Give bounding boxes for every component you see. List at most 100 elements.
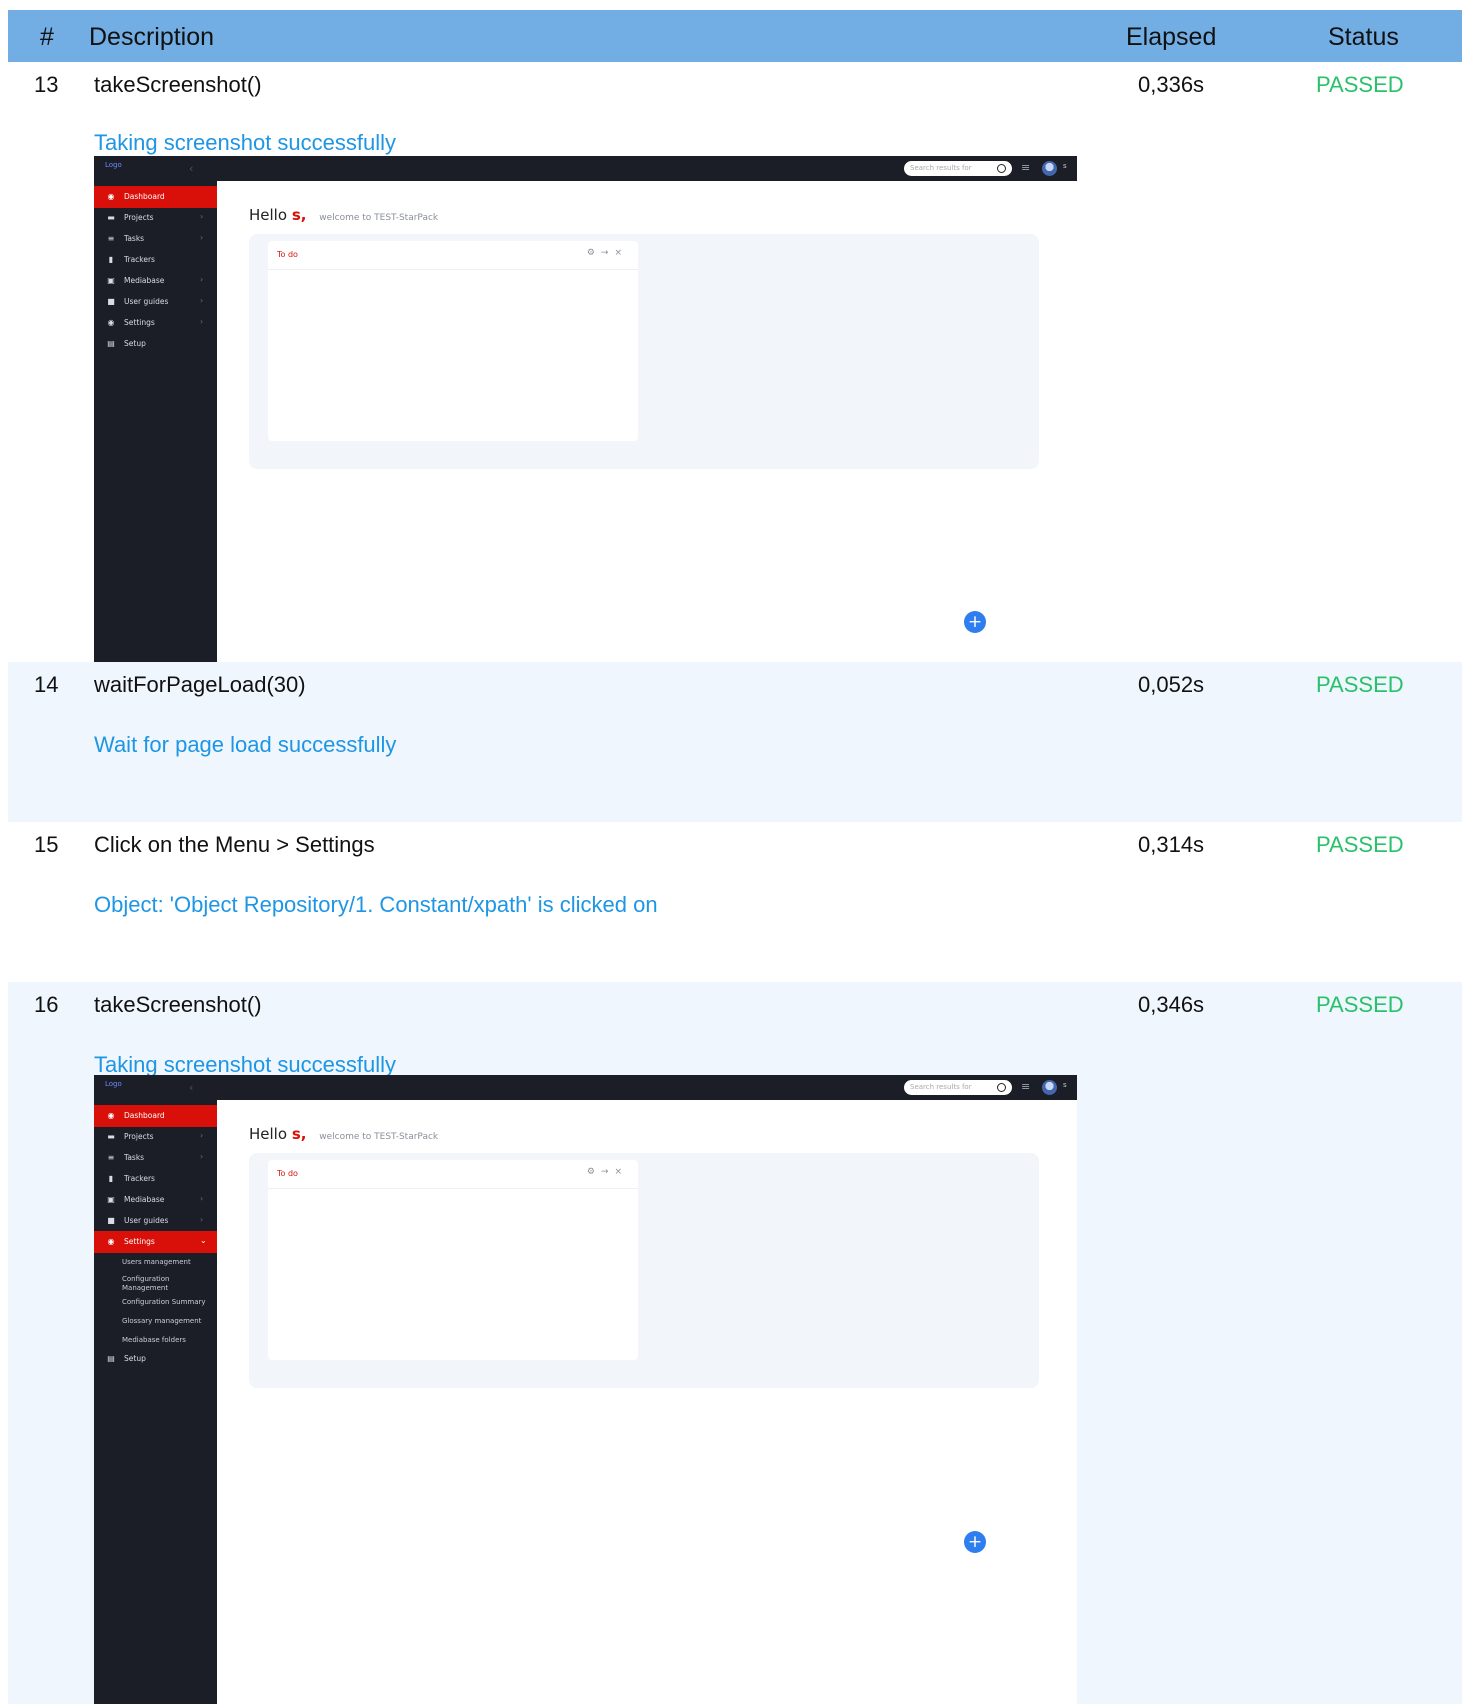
sidebar-item-label: Tasks bbox=[124, 234, 145, 243]
submenu-configuration-summary: Configuration Summary bbox=[122, 1298, 206, 1306]
divider bbox=[268, 1188, 638, 1189]
sidebar-item-dashboard: ◉ Dashboard bbox=[94, 1105, 217, 1127]
menu-icon: ≡ bbox=[1021, 1080, 1031, 1093]
search-placeholder: Search results for bbox=[910, 164, 972, 172]
arrow-right-icon: → bbox=[600, 248, 615, 258]
gear-icon: ◉ bbox=[107, 318, 115, 327]
sidebar-item-label: Mediabase bbox=[124, 276, 165, 285]
screenshot-16: Logo ‹ Search results for ≡ s ◉ Dashboar… bbox=[94, 1075, 1077, 1704]
table-row: 15 Click on the Menu > Settings 0,314s P… bbox=[8, 822, 1462, 982]
app-topbar: Logo ‹ Search results for ≡ s bbox=[94, 1075, 1077, 1100]
step-elapsed: 0,336s bbox=[1138, 72, 1205, 97]
step-description: Click on the Menu > Settings bbox=[94, 832, 375, 857]
avatar bbox=[1042, 161, 1057, 176]
step-status: PASSED bbox=[1316, 72, 1404, 97]
sidebar-item-label: Tasks bbox=[124, 1153, 145, 1162]
chevron-right-icon: › bbox=[200, 233, 204, 242]
step-number: 16 bbox=[34, 992, 59, 1017]
step-number: 13 bbox=[34, 72, 59, 97]
sidebar-item-label: Setup bbox=[124, 339, 146, 348]
user-initial: s bbox=[1063, 162, 1067, 170]
card-tools: ⚙→× bbox=[587, 1167, 628, 1177]
arrow-right-icon: → bbox=[600, 1167, 615, 1177]
greeting-hello: Hello bbox=[249, 206, 288, 224]
step-description: takeScreenshot() bbox=[94, 992, 262, 1017]
chevron-right-icon: › bbox=[200, 1194, 204, 1203]
app-sidebar: ◉ Dashboard ▬ Projects › ≡ Tasks › ▮ Tra… bbox=[94, 181, 217, 662]
sidebar-item-label: Setup bbox=[124, 1354, 146, 1363]
header-status: Status bbox=[1328, 23, 1399, 51]
clipboard-icon: ▮ bbox=[108, 1174, 114, 1183]
menu-icon: ≡ bbox=[1021, 161, 1031, 174]
step-description: waitForPageLoad(30) bbox=[94, 672, 306, 697]
sidebar-item-mediabase: ▣ Mediabase › bbox=[94, 270, 217, 292]
table-header: # Description Elapsed Status bbox=[8, 10, 1462, 62]
greeting-welcome: welcome to TEST-StarPack bbox=[319, 213, 439, 223]
header-num: # bbox=[40, 23, 54, 51]
card-tools: ⚙→× bbox=[587, 248, 628, 258]
sidebar-item-setup: ▤ Setup bbox=[94, 1348, 217, 1370]
step-description: takeScreenshot() bbox=[94, 72, 262, 97]
header-description: Description bbox=[89, 23, 215, 51]
close-icon: × bbox=[614, 248, 628, 258]
step-number: 15 bbox=[34, 832, 59, 857]
logo-image: Logo bbox=[105, 161, 122, 169]
chevron-right-icon: › bbox=[200, 212, 204, 221]
step-elapsed: 0,314s bbox=[1138, 832, 1205, 857]
sidebar-item-mediabase: ▣ Mediabase › bbox=[94, 1189, 217, 1211]
gear-icon: ⚙ bbox=[586, 1167, 601, 1177]
sidebar-item-label: Trackers bbox=[124, 1174, 155, 1183]
logo-image: Logo bbox=[105, 1080, 122, 1088]
greeting-user: s, bbox=[291, 1125, 307, 1143]
sidebar-item-setup: ▤ Setup bbox=[94, 333, 217, 355]
sidebar-item-tasks: ≡ Tasks › bbox=[94, 1147, 217, 1169]
setup-icon: ▤ bbox=[107, 339, 115, 348]
dashboard-icon: ◉ bbox=[107, 192, 115, 201]
todo-card: To do ⚙→× bbox=[268, 241, 638, 441]
greeting-hello: Hello bbox=[249, 1125, 288, 1143]
app-sidebar: ◉ Dashboard ▬ Projects › ≡ Tasks › ▮ Tra… bbox=[94, 1100, 217, 1704]
chevron-right-icon: › bbox=[200, 1152, 204, 1161]
image-icon: ▣ bbox=[107, 276, 115, 285]
app-topbar: Logo ‹ Search results for ≡ s bbox=[94, 156, 1077, 181]
gear-icon: ⚙ bbox=[586, 248, 601, 258]
header-elapsed: Elapsed bbox=[1126, 23, 1217, 51]
sidebar-item-trackers: ▮ Trackers bbox=[94, 249, 217, 271]
image-icon: ▣ bbox=[107, 1195, 115, 1204]
search-input: Search results for bbox=[904, 1080, 1012, 1095]
sidebar-item-label: Settings bbox=[124, 1237, 155, 1246]
divider bbox=[268, 269, 638, 270]
sidebar-item-label: Trackers bbox=[124, 255, 155, 264]
sidebar-item-settings: ◉ Settings ⌄ bbox=[94, 1231, 217, 1253]
search-placeholder: Search results for bbox=[910, 1083, 972, 1091]
sidebar-item-label: Dashboard bbox=[124, 1111, 165, 1120]
step-message: Taking screenshot successfully bbox=[94, 130, 397, 155]
sidebar-item-label: Dashboard bbox=[124, 192, 165, 201]
chevron-left-icon: ‹ bbox=[189, 162, 194, 175]
step-number: 14 bbox=[34, 672, 59, 697]
card-title: To do bbox=[277, 250, 298, 259]
setup-icon: ▤ bbox=[107, 1354, 115, 1363]
folder-icon: ■ bbox=[107, 1216, 115, 1225]
folder-open-icon: ▬ bbox=[107, 1132, 115, 1141]
chevron-right-icon: › bbox=[200, 296, 204, 305]
sidebar-item-label: Projects bbox=[124, 213, 154, 222]
test-report: # Description Elapsed Status 13 takeScre… bbox=[8, 10, 1462, 1704]
clipboard-icon: ▮ bbox=[108, 255, 114, 264]
step-status: PASSED bbox=[1316, 832, 1404, 857]
submenu-users-management: Users management bbox=[122, 1258, 191, 1266]
plus-icon: + bbox=[964, 1531, 986, 1553]
list-icon: ≡ bbox=[107, 234, 115, 243]
greeting-user: s, bbox=[291, 206, 307, 224]
search-icon bbox=[997, 164, 1006, 173]
sidebar-item-trackers: ▮ Trackers bbox=[94, 1168, 217, 1190]
sidebar-item-user-guides: ■ User guides › bbox=[94, 1210, 217, 1232]
sidebar-item-projects: ▬ Projects › bbox=[94, 207, 217, 229]
step-message: Object: 'Object Repository/1. Constant/x… bbox=[94, 892, 658, 917]
sidebar-item-label: Mediabase bbox=[124, 1195, 165, 1204]
sidebar-item-label: Settings bbox=[124, 318, 155, 327]
step-status: PASSED bbox=[1316, 672, 1404, 697]
todo-card: To do ⚙→× bbox=[268, 1160, 638, 1360]
step-message: Wait for page load successfully bbox=[94, 732, 397, 757]
step-elapsed: 0,052s bbox=[1138, 672, 1205, 697]
